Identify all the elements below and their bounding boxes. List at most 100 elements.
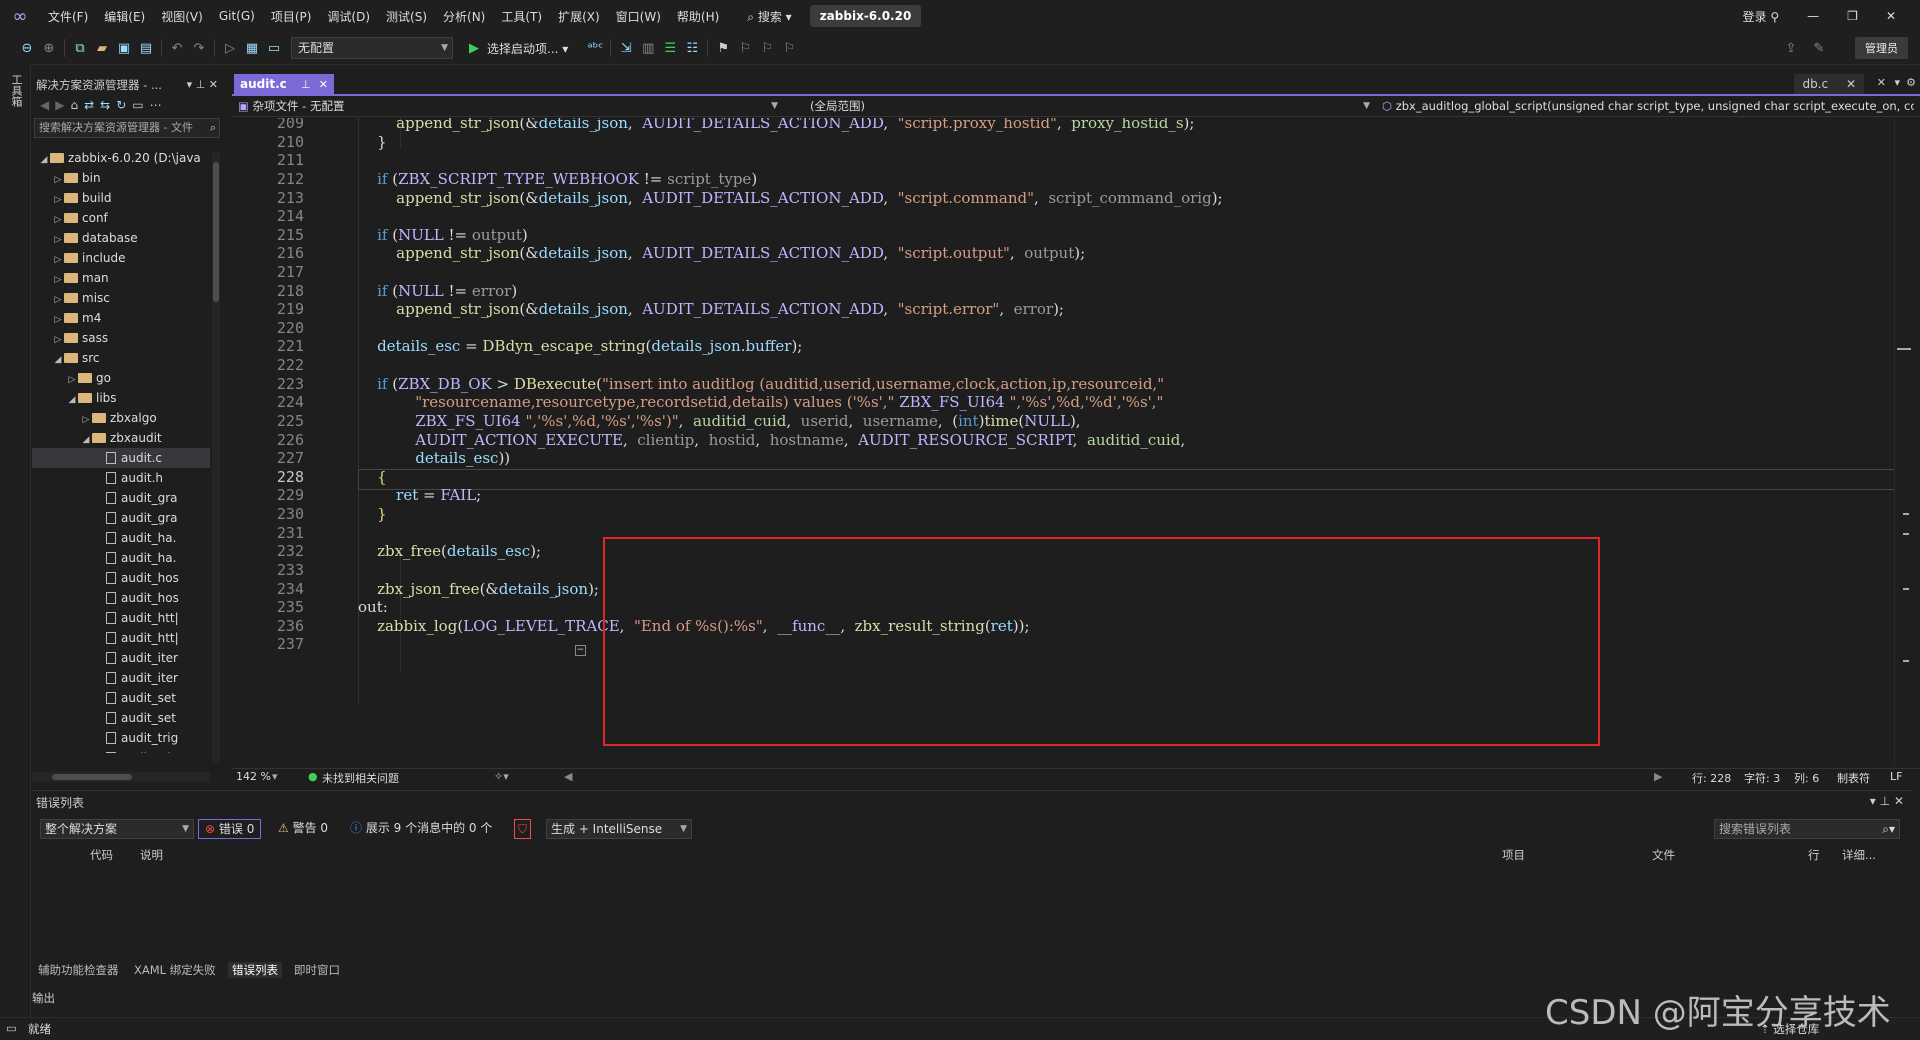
tree-file-item[interactable]: audit.h	[32, 468, 210, 488]
expand-arrow-icon[interactable]: ▷	[66, 370, 78, 390]
scroll-left-icon[interactable]: ◀	[564, 770, 572, 783]
code-editor[interactable]: 209 210 211 212 213 214 215 216 217 218 219 220 221 2…	[232, 118, 1904, 766]
collapse-arrow-icon[interactable]: ◢	[52, 350, 64, 370]
tree-folder-item[interactable]: ◢ zbxaudit	[32, 428, 210, 448]
tab-audit-c[interactable]: audit.c ⊥ ✕	[234, 74, 334, 94]
bookmark-icon[interactable]: ⚑	[712, 41, 734, 56]
tree-file-item[interactable]: audit_gra	[32, 508, 210, 528]
menu-analyze[interactable]: 分析(N)	[435, 8, 493, 25]
tab-error-list[interactable]: 错误列表	[228, 962, 282, 978]
column-code[interactable]: 代码	[90, 847, 113, 863]
tab-db-c[interactable]: db.c ✕	[1794, 74, 1864, 94]
tree-folder-item[interactable]: ▷ zbxalgo	[32, 408, 210, 428]
tree-folder-item[interactable]: ▷ include	[32, 248, 210, 268]
menu-test[interactable]: 测试(S)	[378, 8, 435, 25]
close-icon[interactable]: ✕	[1877, 76, 1886, 89]
tree-folder-item[interactable]: ▷ man	[32, 268, 210, 288]
column-detail[interactable]: 详细...	[1842, 847, 1876, 863]
solution-tree-scrollbar[interactable]	[212, 152, 220, 762]
tab-list-icon[interactable]: ▾	[1894, 76, 1900, 89]
menu-extensions[interactable]: 扩展(X)	[550, 8, 608, 25]
tree-folder-item[interactable]: ▷ bin	[32, 168, 210, 188]
save-all-icon[interactable]: ▤	[135, 41, 157, 56]
menu-edit[interactable]: 编辑(E)	[96, 8, 153, 25]
clear-bookmarks-icon[interactable]: ⚐	[778, 41, 800, 56]
dropdown-icon[interactable]: ▾	[187, 78, 193, 91]
spellcheck-icon[interactable]: ᵃᵇᶜ	[584, 41, 606, 56]
issues-status[interactable]: 未找到相关问题	[322, 770, 399, 786]
tree-file-item[interactable]: audit_hos	[32, 588, 210, 608]
global-search-button[interactable]: ⌕ 搜索 ▾	[737, 8, 801, 25]
home-icon[interactable]: ⌂	[70, 98, 78, 112]
tree-file-item[interactable]: audit_iter	[32, 648, 210, 668]
tree-file-item[interactable]: audit_hos	[32, 568, 210, 588]
zoom-dropdown-icon[interactable]: ▾	[272, 770, 278, 783]
tree-file-item[interactable]: audit_trig	[32, 728, 210, 748]
startup-item-button[interactable]: 选择启动项... ▾	[487, 40, 568, 57]
close-tab-icon[interactable]: ✕	[319, 78, 328, 91]
tree-file-item[interactable]: audit_set	[32, 708, 210, 728]
menu-window[interactable]: 窗口(W)	[608, 8, 669, 25]
refresh-icon[interactable]: ↻	[116, 98, 126, 112]
dropdown-icon[interactable]: ▾	[1870, 794, 1876, 808]
prev-bookmark-icon[interactable]: ⚐	[734, 41, 756, 56]
close-tab-icon[interactable]: ✕	[1846, 77, 1856, 91]
comment-icon[interactable]: ☰	[659, 41, 681, 56]
share-icon[interactable]: ⇪	[1780, 41, 1802, 56]
project-combo[interactable]: ▣ 杂项文件 - 无配置 ▼	[238, 98, 778, 114]
error-search-input[interactable]: 搜索错误列表 ⌕▾	[1714, 819, 1900, 839]
close-window-button[interactable]: ✕	[1886, 9, 1896, 23]
collapse-toggle-icon[interactable]: −	[575, 645, 586, 656]
tree-file-item[interactable]: audit_ha.	[32, 528, 210, 548]
tree-folder-item[interactable]: ▷ conf	[32, 208, 210, 228]
expand-arrow-icon[interactable]: ▷	[52, 310, 64, 330]
collapse-arrow-icon[interactable]: ◢	[80, 430, 92, 450]
save-icon[interactable]: ▣	[113, 41, 135, 56]
tabs-mode[interactable]: 制表符	[1837, 770, 1870, 786]
new-project-icon[interactable]: ⧉	[69, 41, 91, 56]
tree-folder-item[interactable]: ▷ misc	[32, 288, 210, 308]
pin-icon[interactable]: ⊥	[301, 78, 311, 91]
toolbox-tab[interactable]: 工具箱	[8, 74, 24, 107]
expand-arrow-icon[interactable]: ▷	[52, 290, 64, 310]
undo-icon[interactable]: ↶	[166, 41, 188, 56]
scroll-right-icon[interactable]: ▶	[1654, 770, 1662, 783]
open-folder-icon[interactable]: ▰	[91, 41, 113, 56]
expand-arrow-icon[interactable]: ▷	[52, 270, 64, 290]
tab-xaml-binding-failures[interactable]: XAML 绑定失败	[134, 962, 216, 978]
sync-icon[interactable]: ⇆	[100, 98, 110, 112]
pin-icon[interactable]: ⊥	[196, 78, 206, 91]
function-combo[interactable]: ⬡ zbx_auditlog_global_script(unsigned ch…	[1382, 98, 1914, 114]
forward-icon[interactable]: ▶	[55, 98, 64, 112]
tab-immediate-window[interactable]: 即时窗口	[294, 962, 340, 978]
menu-debug[interactable]: 调试(D)	[319, 8, 378, 25]
cleanup-icon[interactable]: ✧▾	[494, 770, 509, 783]
tree-file-item[interactable]: audit_iter	[32, 668, 210, 688]
expand-arrow-icon[interactable]: ▷	[52, 210, 64, 230]
expand-arrow-icon[interactable]: ▷	[52, 230, 64, 250]
pin-icon[interactable]: ⊥	[1880, 794, 1890, 808]
column-line[interactable]: 行	[1808, 847, 1820, 863]
expand-arrow-icon[interactable]: ▷	[80, 410, 92, 430]
menu-view[interactable]: 视图(V)	[153, 8, 211, 25]
tree-folder-item[interactable]: ▷ m4	[32, 308, 210, 328]
expand-arrow-icon[interactable]: ▷	[52, 330, 64, 350]
back-icon[interactable]: ⊖	[16, 41, 38, 56]
zoom-level[interactable]: 142 %	[236, 770, 271, 783]
tree-folder-item[interactable]: ▷ go	[32, 368, 210, 388]
back-icon[interactable]: ◀	[40, 98, 49, 112]
menu-git[interactable]: Git(G)	[211, 9, 263, 23]
filter-icon[interactable]: ⛉	[514, 819, 532, 839]
scope-combo[interactable]: (全局范围) ▼	[810, 98, 1370, 114]
tree-file-item[interactable]: audit_trig	[32, 748, 210, 753]
start-debugging-icon[interactable]: ▶	[463, 41, 485, 56]
tree-folder-item[interactable]: ▷ sass	[32, 328, 210, 348]
tree-folder-item[interactable]: ▷ build	[32, 188, 210, 208]
restore-button[interactable]: ❐	[1847, 9, 1858, 23]
expand-arrow-icon[interactable]: ▷	[52, 250, 64, 270]
tab-accessibility-checker[interactable]: 辅助功能检查器	[38, 962, 119, 978]
errors-toggle[interactable]: ⊗ 错误 0	[198, 819, 262, 839]
menu-tools[interactable]: 工具(T)	[493, 8, 550, 25]
more-icon[interactable]: ⋯	[150, 98, 162, 112]
collapse-arrow-icon[interactable]: ◢	[66, 390, 78, 410]
